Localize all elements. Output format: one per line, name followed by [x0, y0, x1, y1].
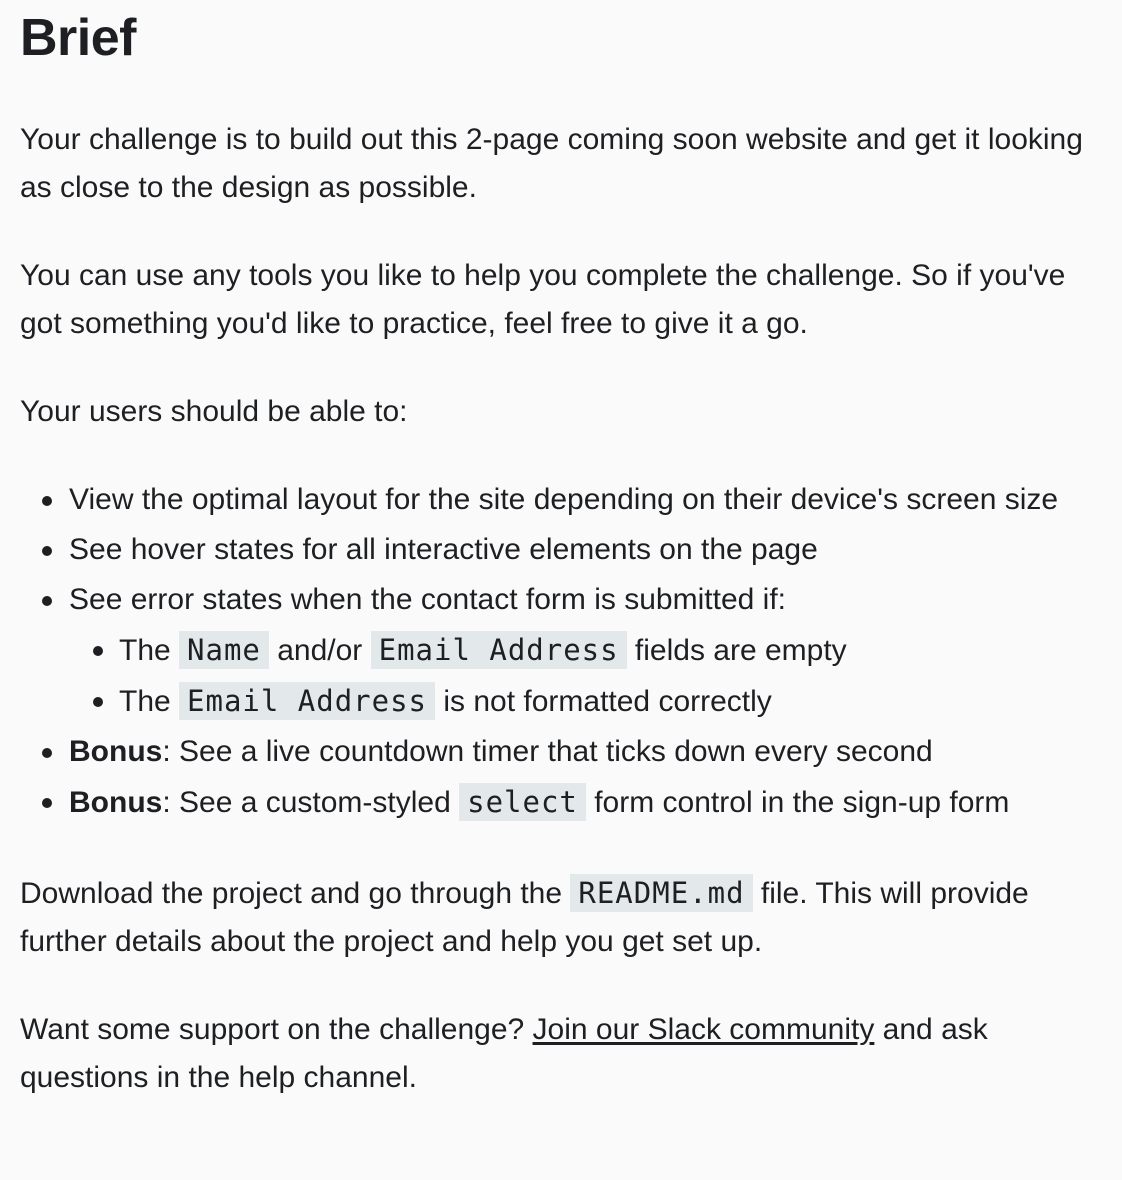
list-item: Bonus: See a custom-styled select form c…: [42, 778, 1102, 827]
list-item-text: See error states when the contact form i…: [69, 583, 786, 616]
intro-paragraph: Your challenge is to build out this 2-pa…: [20, 123, 1083, 204]
requirements-list: View the optimal layout for the site dep…: [20, 476, 1102, 827]
inline-code: Name: [179, 631, 269, 669]
text: : See a live countdown timer that ticks …: [162, 735, 933, 768]
text: fields are empty: [626, 634, 847, 667]
list-item: See hover states for all interactive ele…: [42, 526, 1102, 574]
support-paragraph: Want some support on the challenge? Join…: [20, 1006, 1102, 1102]
inline-code: select: [459, 783, 586, 821]
tools-paragraph: You can use any tools you like to help y…: [20, 259, 1066, 340]
text: The: [119, 685, 180, 718]
users-intro-paragraph: Your users should be able to:: [20, 395, 408, 428]
bonus-label: Bonus: [69, 735, 163, 768]
brief-section: Brief Your challenge is to build out thi…: [0, 0, 1122, 1102]
page-title: Brief: [20, 9, 136, 67]
inline-code: Email Address: [179, 682, 436, 720]
text: and/or: [268, 634, 371, 667]
list-item: The Name and/or Email Address fields are…: [93, 626, 1102, 675]
list-item: Bonus: See a live countdown timer that t…: [42, 728, 1102, 776]
inline-code: README.md: [570, 874, 753, 912]
text: is not formatted correctly: [435, 685, 772, 718]
list-item: View the optimal layout for the site dep…: [42, 476, 1102, 524]
download-paragraph: Download the project and go through the …: [20, 869, 1102, 966]
bonus-label: Bonus: [69, 786, 163, 819]
text: Want some support on the challenge?: [20, 1013, 533, 1046]
text: The: [119, 634, 180, 667]
text: form control in the sign-up form: [585, 786, 1010, 819]
text: Download the project and go through the: [20, 877, 571, 910]
inline-code: Email Address: [370, 631, 627, 669]
list-item: The Email Address is not formatted corre…: [93, 677, 1102, 726]
list-item-text: See hover states for all interactive ele…: [69, 533, 818, 566]
list-item-text: View the optimal layout for the site dep…: [69, 483, 1059, 516]
text: : See a custom-styled: [162, 786, 460, 819]
list-item: See error states when the contact form i…: [42, 576, 1102, 726]
slack-community-link[interactable]: Join our Slack community: [533, 1013, 875, 1046]
error-conditions-list: The Name and/or Email Address fields are…: [69, 626, 1102, 726]
